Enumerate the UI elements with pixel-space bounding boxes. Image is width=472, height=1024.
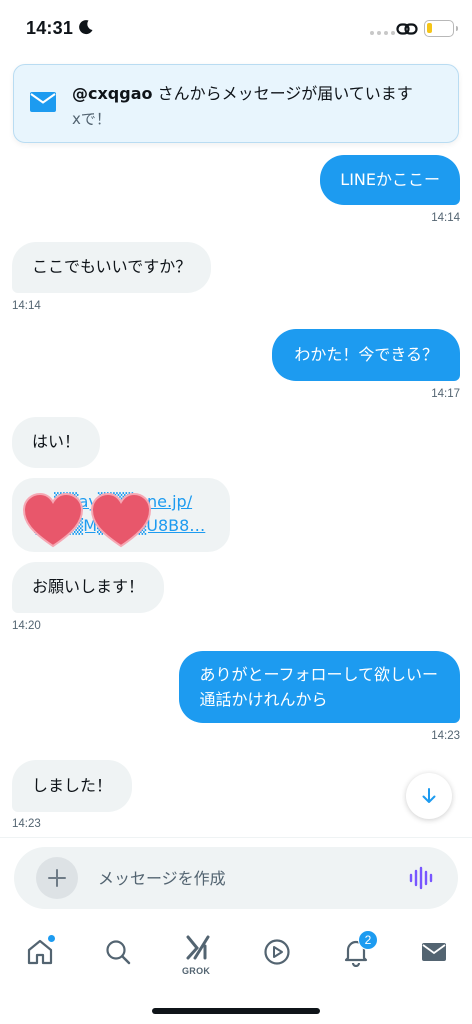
moon-icon [79, 20, 93, 35]
banner-handle: @cxqgao [72, 84, 153, 103]
message-timestamp: 14:23 [431, 730, 460, 742]
incoming-message-bubble[interactable]: お願いします！ [12, 562, 165, 613]
message-timestamp: 14:14 [12, 300, 41, 312]
tab-messages[interactable] [412, 930, 456, 974]
outgoing-message-bubble[interactable]: わかた！今できる？ [272, 329, 460, 381]
outgoing-message-bubble[interactable]: LINEかここー [320, 155, 460, 205]
link-icon [396, 23, 418, 35]
banner-title: @cxqgao さんからメッセージが届いています [72, 80, 413, 104]
message-input[interactable] [98, 867, 398, 889]
home-unread-dot [47, 934, 56, 943]
message-timestamp: 14:14 [431, 212, 460, 224]
bottom-tab-bar: GROK 2 [0, 924, 472, 980]
status-bar: 14:31 [0, 0, 472, 56]
envelope-icon [30, 92, 56, 112]
message-line: 通話かけれんから [199, 690, 328, 709]
status-time: 14:31 [26, 18, 74, 38]
scroll-to-bottom-button[interactable] [406, 773, 452, 819]
tab-home[interactable] [18, 930, 62, 974]
banner-subtitle: xで！ [72, 110, 111, 128]
voice-message-icon[interactable] [409, 866, 435, 890]
add-media-button[interactable] [36, 857, 78, 899]
message-timestamp: 14:20 [12, 620, 41, 632]
tab-grok[interactable]: GROK [176, 930, 220, 976]
grok-label: GROK [182, 966, 211, 976]
message-line: ありがとーフォローして欲しいー [199, 665, 438, 684]
message-timestamp: 14:17 [431, 388, 460, 400]
message-timestamp: 14:23 [12, 818, 41, 830]
messages-icon [422, 943, 446, 961]
grok-icon [186, 935, 210, 960]
message-composer [14, 847, 458, 909]
heart-sticker-right [90, 492, 152, 548]
message-notification-banner[interactable]: @cxqgao さんからメッセージが届いています xで！ [13, 64, 459, 143]
tab-search[interactable] [96, 930, 140, 974]
signal-icon [370, 31, 395, 35]
composer-divider [0, 837, 472, 838]
arrow-down-icon [422, 788, 436, 803]
plus-icon [48, 869, 66, 887]
video-icon [264, 939, 290, 965]
battery-icon [424, 20, 458, 37]
banner-message: さんからメッセージが届いています [152, 84, 413, 103]
incoming-message-bubble[interactable]: ここでもいいですか？ [12, 242, 212, 293]
incoming-message-bubble[interactable]: はい！ [12, 417, 101, 468]
home-indicator [152, 1008, 320, 1014]
tab-notifications[interactable]: 2 [334, 930, 378, 974]
notification-count-badge: 2 [358, 930, 378, 950]
heart-sticker-left [22, 492, 84, 548]
outgoing-message-bubble[interactable]: ありがとーフォローして欲しいー 通話かけれんから [179, 651, 460, 723]
tab-video[interactable] [255, 930, 299, 974]
incoming-message-bubble[interactable]: しました！ [12, 760, 133, 812]
search-icon [106, 940, 131, 965]
